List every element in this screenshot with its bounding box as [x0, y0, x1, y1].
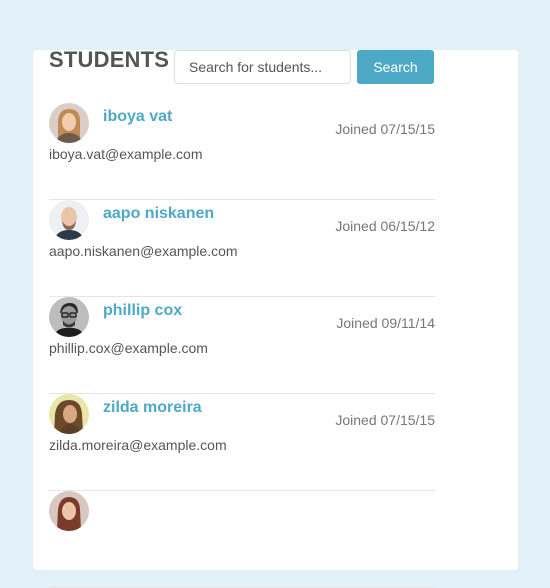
student-row: aapo niskanen Joined 06/15/12 aapo.niska…	[49, 200, 435, 297]
joined-date: Joined 07/15/15	[335, 412, 435, 428]
student-email: aapo.niskanen@example.com	[49, 243, 238, 259]
student-row: iboya vat Joined 07/15/15 iboya.vat@exam…	[49, 103, 435, 200]
student-name-link[interactable]: aapo niskanen	[103, 205, 214, 223]
avatar[interactable]	[49, 491, 89, 531]
avatar[interactable]	[49, 394, 89, 434]
search-button[interactable]: Search	[357, 50, 434, 84]
student-name-link[interactable]: zilda moreira	[103, 399, 202, 417]
student-row	[49, 491, 435, 588]
students-header: STUDENTS Search	[49, 47, 435, 86]
avatar[interactable]	[49, 103, 89, 143]
man-glasses-portrait-icon	[49, 297, 89, 337]
avatar[interactable]	[49, 200, 89, 240]
student-list: iboya vat Joined 07/15/15 iboya.vat@exam…	[49, 103, 435, 588]
page-title: STUDENTS	[49, 47, 170, 72]
search-input[interactable]	[174, 50, 351, 84]
joined-date: Joined 07/15/15	[335, 121, 435, 137]
woman-portrait-icon	[49, 394, 89, 434]
bald-man-portrait-icon	[49, 200, 89, 240]
woman-portrait-icon	[49, 491, 89, 531]
student-name-link[interactable]: iboya vat	[103, 108, 172, 126]
student-email: iboya.vat@example.com	[49, 146, 203, 162]
student-email: zilda.moreira@example.com	[49, 437, 227, 453]
student-row: zilda moreira Joined 07/15/15 zilda.more…	[49, 394, 435, 491]
student-name-link[interactable]: phillip cox	[103, 302, 182, 320]
woman-portrait-icon	[49, 103, 89, 143]
joined-date: Joined 06/15/12	[335, 218, 435, 234]
joined-date: Joined 09/11/14	[336, 315, 435, 331]
student-email: phillip.cox@example.com	[49, 340, 208, 356]
student-row: phillip cox Joined 09/11/14 phillip.cox@…	[49, 297, 435, 394]
avatar[interactable]	[49, 297, 89, 337]
